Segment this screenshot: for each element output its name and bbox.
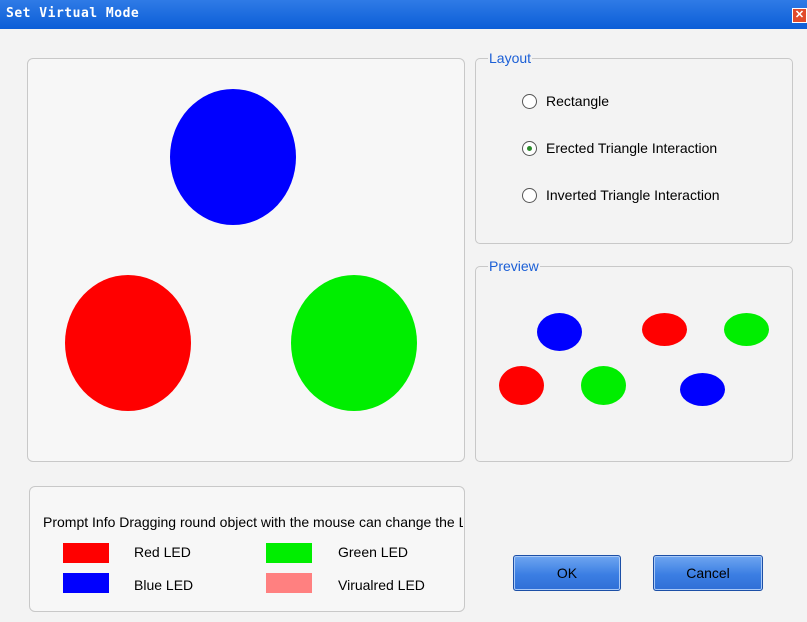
radio-label: Rectangle	[546, 93, 610, 109]
red-led-circle[interactable]	[65, 275, 191, 411]
virualred-led-label: Virualred LED	[338, 577, 425, 593]
green-led-circle[interactable]	[291, 275, 417, 411]
green-led-label: Green LED	[338, 544, 409, 560]
radio-label: Inverted Triangle Interaction	[546, 187, 720, 203]
prompt-info-text: Prompt Info Dragging round object with t…	[43, 514, 463, 530]
radio-checked-icon[interactable]	[522, 140, 537, 156]
blue-led-label: Blue LED	[134, 577, 194, 593]
blue-led-circle[interactable]	[170, 89, 296, 225]
title-bar: Set Virtual Mode ✕	[0, 0, 807, 29]
preview-green-led	[581, 366, 626, 405]
close-button[interactable]: ✕	[792, 8, 807, 23]
blue-led-swatch	[63, 573, 109, 593]
green-led-swatch	[266, 543, 312, 563]
preview-group: Preview	[475, 258, 793, 462]
preview-green-led	[724, 313, 769, 346]
radio-label: Erected Triangle Interaction	[546, 140, 718, 156]
radio-circle-icon[interactable]	[522, 187, 537, 203]
preview-red-led	[642, 313, 687, 346]
preview-blue-led	[680, 373, 725, 406]
cancel-button[interactable]: Cancel	[653, 555, 763, 591]
window-title: Set Virtual Mode	[6, 6, 140, 21]
radio-erected-triangle[interactable]: Erected Triangle Interaction	[522, 140, 717, 156]
red-led-swatch	[63, 543, 109, 563]
prompt-panel: Prompt Info Dragging round object with t…	[29, 486, 465, 612]
ok-button[interactable]: OK	[513, 555, 621, 591]
close-icon: ✕	[794, 9, 805, 21]
led-layout-canvas[interactable]	[27, 58, 465, 462]
radio-rectangle[interactable]: Rectangle	[522, 93, 609, 109]
preview-blue-led	[537, 313, 582, 351]
layout-group: Layout Rectangle Erected Triangle Intera…	[475, 50, 793, 244]
red-led-label: Red LED	[134, 544, 191, 560]
layout-legend: Layout	[488, 50, 533, 66]
preview-legend: Preview	[488, 258, 540, 274]
radio-inverted-triangle[interactable]: Inverted Triangle Interaction	[522, 187, 720, 203]
preview-red-led	[499, 366, 544, 405]
radio-circle-icon[interactable]	[522, 93, 537, 109]
virualred-led-swatch	[266, 573, 312, 593]
